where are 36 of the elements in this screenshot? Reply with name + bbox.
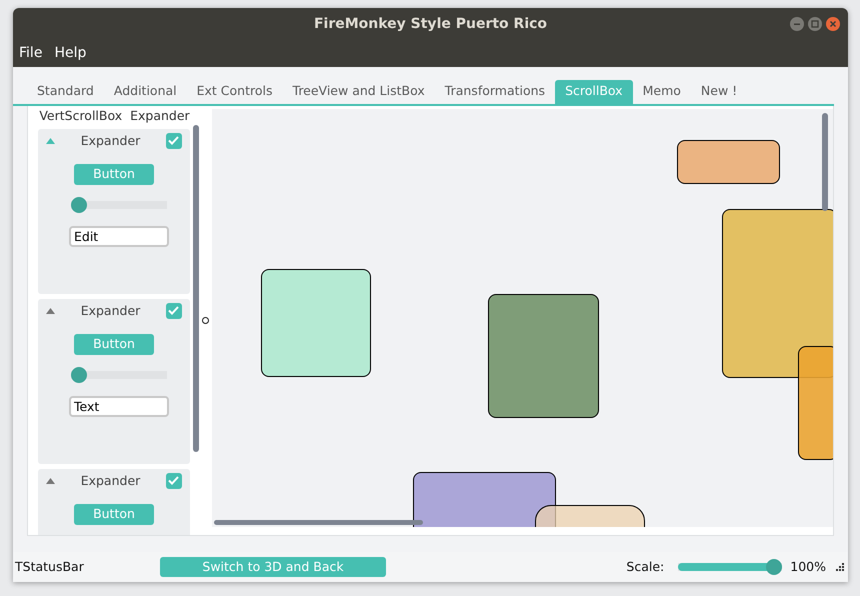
expander-title: Expander [80,472,140,490]
checkbox[interactable] [166,302,182,319]
scale-label: Scale: [626,558,664,576]
slider-thumb[interactable] [766,559,782,575]
panel-header: VertScrollBox Expander [38,106,191,125]
minimize-icon[interactable] [790,17,804,31]
splitter-handle[interactable] [202,316,209,324]
menu-item[interactable]: Help [54,43,86,64]
horizontal-scrollbar[interactable] [214,520,423,525]
menu-item[interactable]: File [19,43,42,64]
tab[interactable]: Standard [27,80,104,104]
resize-grip-icon[interactable] [836,563,844,571]
tab[interactable]: Transformations [434,80,556,104]
scale-reading: 100% [790,558,826,576]
vertical-scrollbar[interactable] [822,112,828,211]
tab[interactable]: New ! [690,80,748,104]
collapse-arrow-icon[interactable] [46,138,55,144]
tab[interactable]: Additional [104,80,187,104]
checkbox[interactable] [166,472,182,489]
close-icon[interactable] [826,17,840,31]
window-title: FireMonkey Style Puerto Rico [314,14,548,34]
slider-thumb[interactable] [71,197,87,214]
expander-title: Expander [80,302,140,320]
collapse-arrow-icon[interactable] [46,308,55,314]
vertical-scrollbar[interactable] [193,124,199,452]
slider-thumb[interactable] [71,367,87,384]
expander-title: Expander [80,132,140,150]
tab[interactable]: TreeView and ListBox [282,80,435,104]
collapse-arrow-icon[interactable] [46,478,55,484]
tab[interactable]: Memo [632,80,691,104]
maximize-icon[interactable] [808,17,822,31]
tab[interactable]: Ext Controls [186,80,283,104]
status-label: TStatusBar [15,558,85,576]
edit-field[interactable]: Text [69,396,169,418]
checkbox[interactable] [166,132,182,149]
edit-field[interactable]: Edit [69,226,169,248]
